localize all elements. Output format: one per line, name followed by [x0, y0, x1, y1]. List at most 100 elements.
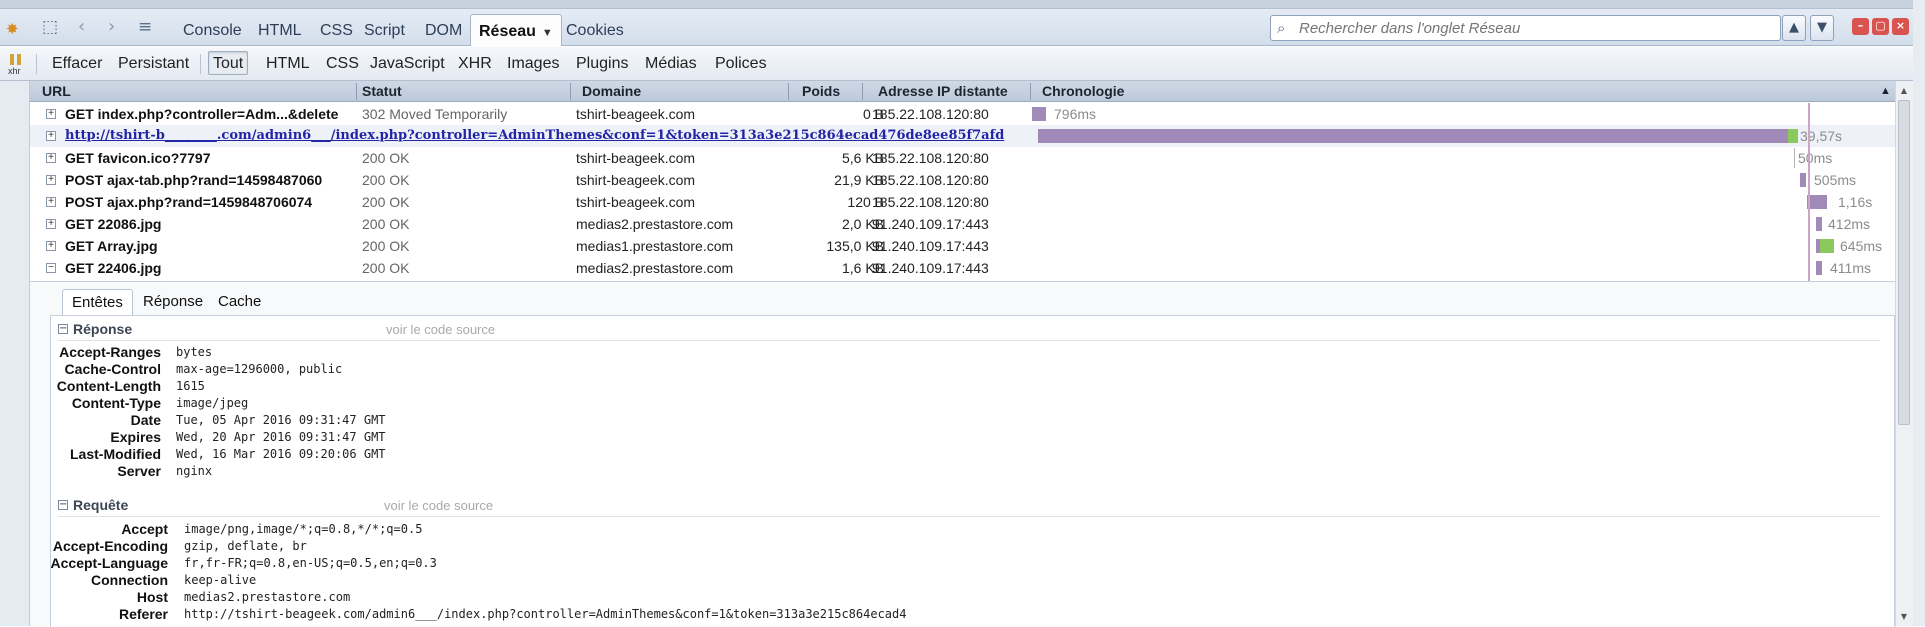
column-size[interactable]: Poids	[802, 81, 840, 102]
request-url: GET 22086.jpg	[65, 216, 162, 232]
expand-icon[interactable]: +	[46, 241, 56, 251]
view-source-link[interactable]: voir le code source	[386, 322, 495, 337]
search-next-button[interactable]: ▼	[1810, 15, 1834, 41]
filter-plugins[interactable]: Plugins	[572, 52, 632, 76]
tab-headers[interactable]: Entêtes	[62, 289, 133, 315]
tab-response[interactable]: Réponse	[134, 289, 212, 315]
expand-icon[interactable]: +	[46, 153, 56, 163]
section-title-response[interactable]: Réponse	[73, 321, 132, 337]
request-url-link[interactable]: http://tshirt-b________.com/admin6___/in…	[65, 125, 1004, 147]
request-time: 645ms	[1840, 238, 1883, 254]
filter-all[interactable]: Tout	[208, 51, 249, 75]
filter-html[interactable]: HTML	[262, 52, 314, 76]
collapse-icon[interactable]: −	[46, 263, 56, 273]
forward-icon[interactable]: ›	[108, 16, 115, 38]
filter-media[interactable]: Médias	[641, 52, 701, 76]
menu-list-icon[interactable]: ≡	[138, 16, 152, 38]
request-size: 0 B	[862, 106, 884, 122]
filter-css[interactable]: CSS	[322, 52, 363, 76]
tab-cookies[interactable]: Cookies	[566, 19, 624, 43]
back-icon[interactable]: ‹	[78, 16, 85, 38]
expand-icon[interactable]: +	[46, 131, 56, 141]
request-row[interactable]: − GET 22406.jpg 200 OK medias2.prestasto…	[30, 257, 1895, 279]
section-title-request[interactable]: Requête	[73, 497, 128, 513]
scrollbar-thumb[interactable]	[1898, 100, 1910, 425]
header-value: Tue, 05 Apr 2016 09:31:47 GMT	[176, 413, 386, 427]
timeline-bar	[1807, 195, 1827, 209]
header-value: http://tshirt-beageek.com/admin6___/inde…	[184, 607, 907, 621]
column-divider[interactable]	[788, 83, 789, 100]
expand-icon[interactable]: +	[46, 175, 56, 185]
request-row[interactable]: + GET index.php?controller=Adm...&delete…	[30, 103, 1895, 125]
header-value: nginx	[176, 464, 213, 478]
expand-icon[interactable]: +	[46, 109, 56, 119]
filter-xhr[interactable]: XHR	[454, 52, 496, 76]
collapse-icon[interactable]: −	[58, 500, 68, 510]
request-row[interactable]: + POST ajax.php?rand=1459848706074 200 O…	[30, 191, 1895, 213]
tab-dom[interactable]: DOM	[425, 19, 462, 43]
view-source-link[interactable]: voir le code source	[384, 498, 493, 513]
headers-panel: − Réponse voir le code source Accept-Ran…	[50, 315, 1895, 627]
column-divider[interactable]	[1030, 83, 1031, 100]
collapse-icon[interactable]: −	[58, 324, 68, 334]
sort-up-icon[interactable]: ▲	[1880, 81, 1891, 102]
tab-css[interactable]: CSS	[320, 19, 353, 43]
request-size: 5,6 KB	[841, 150, 884, 166]
xhr-pause-icon[interactable]: xhr	[7, 54, 27, 76]
close-icon[interactable]: ×	[1892, 18, 1909, 35]
request-time: 411ms	[1830, 260, 1871, 276]
request-row[interactable]: + GET 22086.jpg 200 OK medias2.prestasto…	[30, 213, 1895, 235]
tab-network[interactable]: Réseau ▼	[470, 14, 562, 46]
header-value: medias2.prestastore.com	[184, 590, 351, 604]
column-domain[interactable]: Domaine	[582, 81, 641, 102]
persist-button[interactable]: Persistant	[114, 52, 193, 76]
request-row[interactable]: + POST ajax-tab.php?rand=14598487060 200…	[30, 169, 1895, 191]
request-status: 302 Moved Temporarily	[362, 106, 508, 122]
inspect-element-icon[interactable]: ⬚	[42, 16, 58, 38]
header-value: fr,fr-FR;q=0.8,en-US;q=0.5,en;q=0.3	[184, 556, 437, 570]
filter-javascript[interactable]: JavaScript	[366, 52, 449, 76]
search-prev-button[interactable]: ▲	[1782, 15, 1806, 41]
column-remote-ip[interactable]: Adresse IP distante	[878, 81, 1008, 102]
column-divider[interactable]	[356, 83, 357, 100]
filter-images[interactable]: Images	[503, 52, 563, 76]
search-box[interactable]: ⌕	[1270, 15, 1781, 41]
section-divider	[58, 340, 1880, 341]
tab-console[interactable]: Console	[183, 19, 242, 43]
tab-cache[interactable]: Cache	[209, 289, 270, 315]
request-status: 200 OK	[362, 194, 410, 210]
detach-icon[interactable]: ▢	[1872, 18, 1889, 35]
request-time: 1,16s	[1838, 194, 1873, 210]
header-value: keep-alive	[184, 573, 257, 587]
header-value: Wed, 16 Mar 2016 09:20:06 GMT	[176, 447, 386, 461]
scroll-down-icon[interactable]: ▼	[1898, 610, 1910, 624]
expand-icon[interactable]: +	[46, 219, 56, 229]
column-timeline[interactable]: Chronologie	[1042, 81, 1124, 102]
filter-fonts[interactable]: Polices	[711, 52, 771, 76]
request-size: 2,0 KB	[841, 216, 884, 232]
header-name: Expires	[110, 429, 161, 445]
request-row[interactable]: + GET Array.jpg 200 OK medias1.prestasto…	[30, 235, 1895, 257]
clear-button[interactable]: Effacer	[48, 52, 106, 76]
tab-html[interactable]: HTML	[258, 19, 302, 43]
request-domain: tshirt-beageek.com	[576, 194, 696, 210]
expand-icon[interactable]: +	[46, 197, 56, 207]
filter-separator	[200, 54, 201, 74]
column-url[interactable]: URL	[42, 81, 71, 102]
search-icon: ⌕	[1277, 19, 1286, 37]
search-input[interactable]	[1297, 18, 1767, 38]
tab-script[interactable]: Script	[364, 19, 405, 43]
request-time: 505ms	[1814, 172, 1857, 188]
column-status[interactable]: Statut	[362, 81, 402, 102]
firebug-icon[interactable]: ✸	[6, 18, 19, 40]
header-name: Host	[136, 589, 168, 605]
request-row[interactable]: + http://tshirt-b________.com/admin6___/…	[30, 125, 1895, 147]
column-divider[interactable]	[570, 83, 571, 100]
request-row[interactable]: + GET favicon.ico?7797 200 OK tshirt-bea…	[30, 147, 1895, 169]
minimize-icon[interactable]: –	[1852, 18, 1869, 35]
chevron-down-icon[interactable]: ▼	[542, 16, 553, 50]
column-divider[interactable]	[862, 83, 863, 100]
request-size: 135,0 KB	[826, 238, 884, 254]
request-status: 200 OK	[362, 172, 410, 188]
scroll-up-icon[interactable]: ▲	[1898, 84, 1910, 98]
